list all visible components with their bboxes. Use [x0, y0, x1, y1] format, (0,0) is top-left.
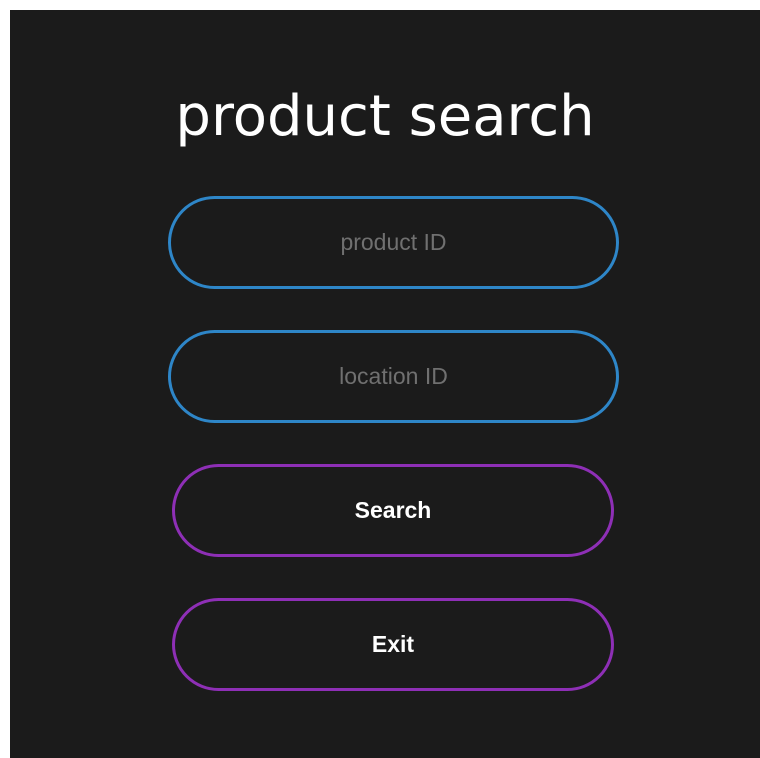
- exit-button[interactable]: Exit: [172, 598, 614, 691]
- page-title: product search: [175, 84, 595, 149]
- location-id-input[interactable]: [168, 330, 619, 423]
- search-button[interactable]: Search: [172, 464, 614, 557]
- product-search-window: product search Search Exit: [10, 10, 760, 758]
- product-id-input[interactable]: [168, 196, 619, 289]
